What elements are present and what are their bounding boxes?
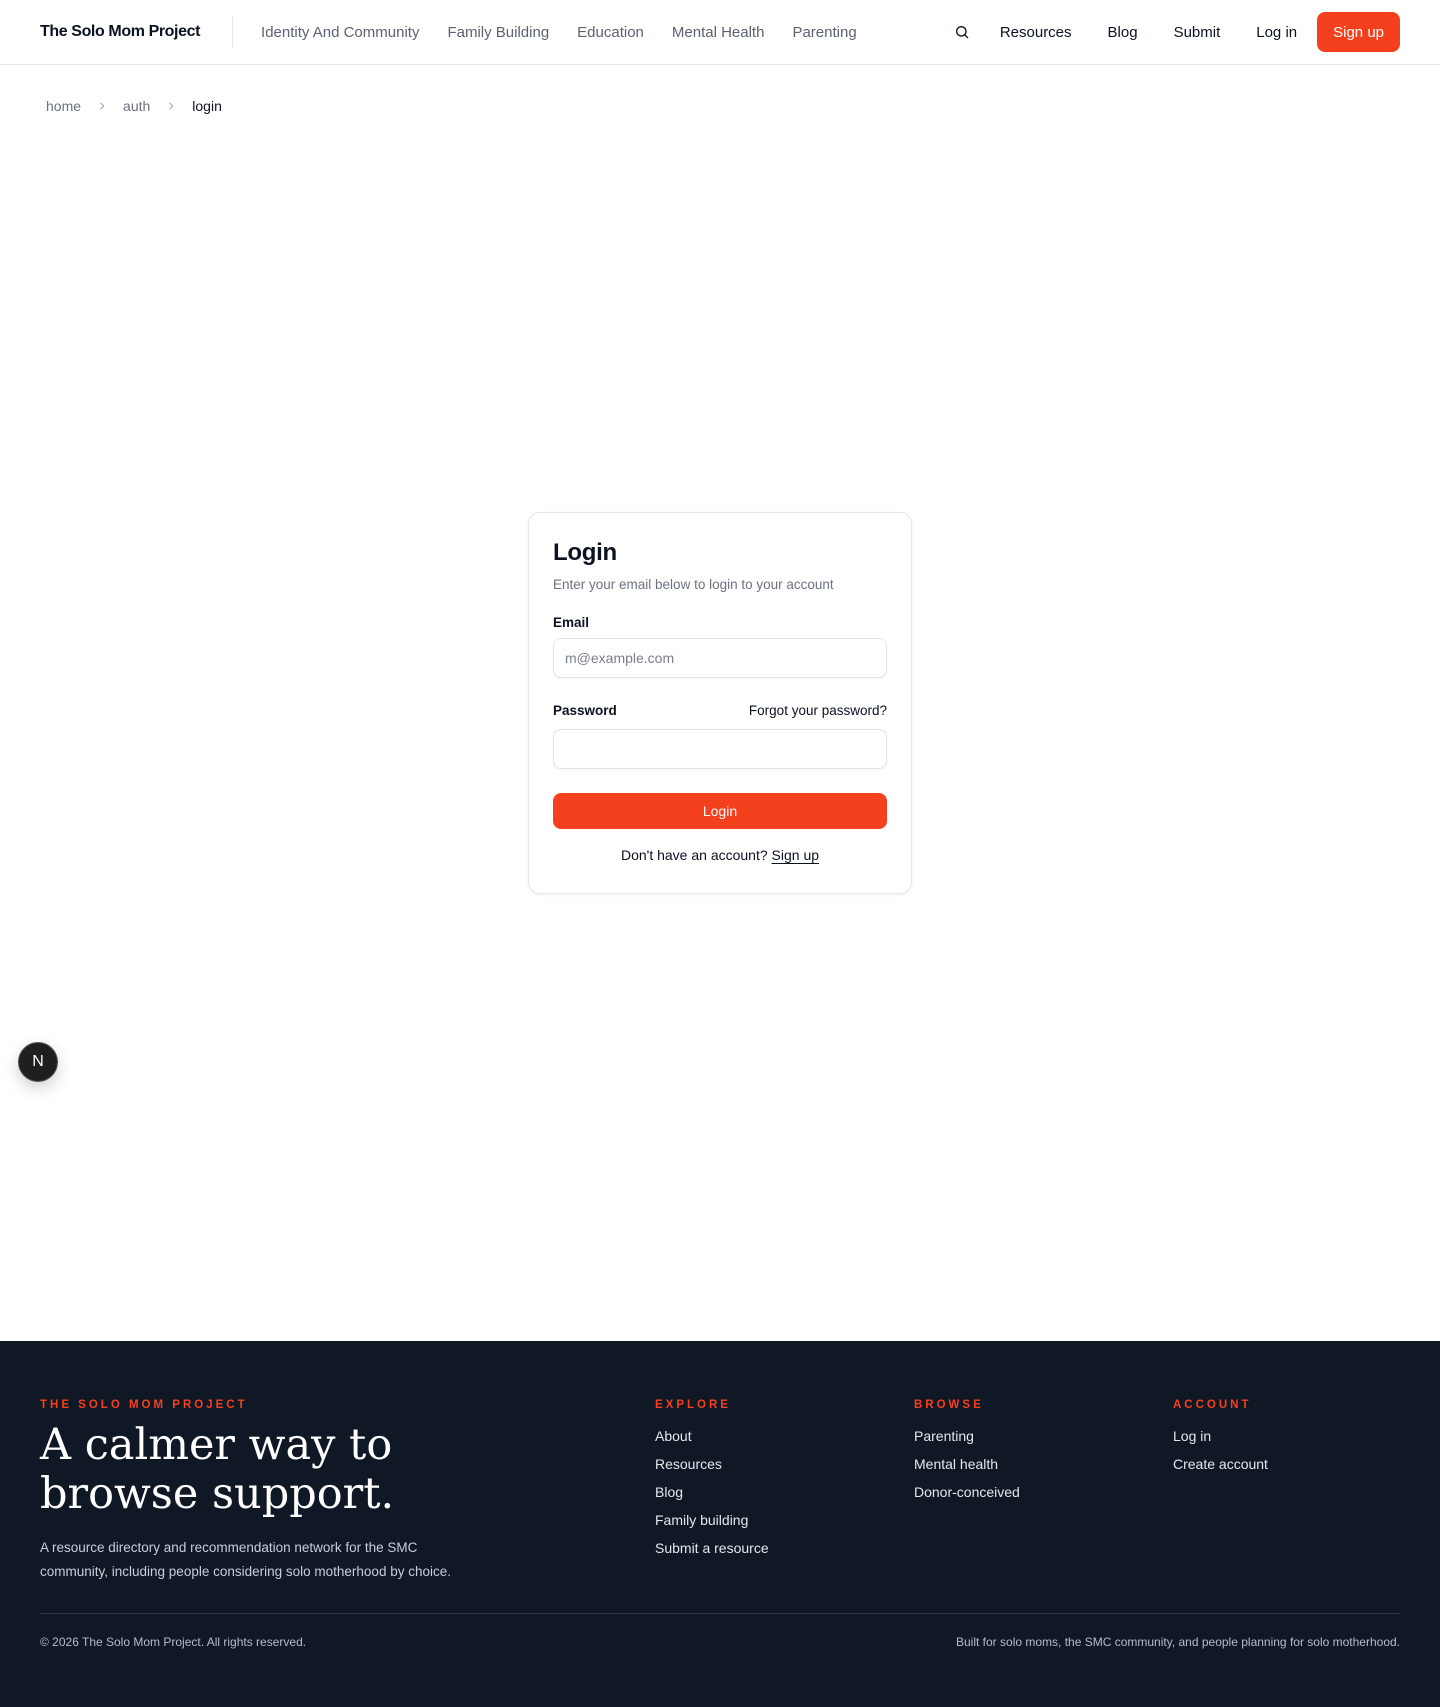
email-label: Email (553, 615, 590, 630)
password-row: Password Forgot your password? (553, 703, 887, 718)
footer-copyright: © 2026 The Solo Mom Project. All rights … (40, 1635, 307, 1649)
search-button[interactable] (950, 20, 974, 44)
footer-heading-account: Account (1173, 1399, 1252, 1411)
breadcrumb-login: login (192, 98, 222, 114)
footer-column-browse: Browse Parenting Mental health Donor-con… (914, 1399, 1020, 1506)
breadcrumb-auth[interactable]: auth (123, 98, 150, 114)
header-actions: Resources Blog Submit Log in Sign up (950, 12, 1400, 52)
header-login-link[interactable]: Log in (1256, 24, 1297, 41)
login-description: Enter your email below to login to your … (553, 577, 834, 592)
footer-tagline: A calmer way to browse support. (40, 1420, 395, 1519)
footer-built-for: Built for solo moms, the SMC community, … (956, 1635, 1400, 1649)
nav-family-building[interactable]: Family Building (447, 24, 549, 41)
primary-nav: Identity And Community Family Building E… (261, 24, 857, 41)
footer-link-family-building[interactable]: Family building (655, 1506, 769, 1534)
search-icon (955, 26, 969, 39)
footer-brand: The Solo Mom Project (40, 1399, 248, 1411)
footer-link-donor-conceived[interactable]: Donor-conceived (914, 1478, 1020, 1506)
footer-heading-explore: Explore (655, 1399, 731, 1411)
footer-column-explore: Explore About Resources Blog Family buil… (655, 1399, 769, 1562)
password-field[interactable] (553, 729, 887, 769)
footer-description: A resource directory and recommendation … (40, 1540, 451, 1579)
header-submit-link[interactable]: Submit (1174, 24, 1221, 41)
nav-identity-and-community[interactable]: Identity And Community (261, 24, 419, 41)
chevron-right-icon (97, 101, 107, 111)
site-brand[interactable]: The Solo Mom Project (40, 23, 200, 41)
footer-heading-browse: Browse (914, 1399, 984, 1411)
site-header: The Solo Mom Project Identity And Commun… (0, 0, 1440, 65)
n-logo-icon: N (32, 1053, 44, 1070)
nav-parenting[interactable]: Parenting (792, 24, 856, 41)
footer-link-resources[interactable]: Resources (655, 1450, 769, 1478)
footer-column-account: Account Log in Create account (1173, 1399, 1268, 1478)
site-footer: The Solo Mom Project A calmer way to bro… (0, 1341, 1440, 1707)
footer-link-parenting[interactable]: Parenting (914, 1422, 1020, 1450)
footer-link-login[interactable]: Log in (1173, 1422, 1268, 1450)
signup-link[interactable]: Sign up (772, 847, 819, 863)
breadcrumb: home auth login (46, 98, 222, 114)
signup-prompt: Don't have an account? Sign up (553, 847, 887, 863)
email-field[interactable] (553, 638, 887, 678)
footer-link-about[interactable]: About (655, 1422, 769, 1450)
login-card: Login Enter your email below to login to… (528, 512, 912, 894)
header-resources-link[interactable]: Resources (1000, 24, 1072, 41)
footer-link-create-account[interactable]: Create account (1173, 1450, 1268, 1478)
forgot-password-link[interactable]: Forgot your password? (749, 703, 887, 718)
login-submit-button[interactable]: Login (553, 793, 887, 829)
footer-link-mental-health[interactable]: Mental health (914, 1450, 1020, 1478)
footer-divider (40, 1613, 1400, 1614)
nav-mental-health[interactable]: Mental Health (672, 24, 765, 41)
login-title: Login (553, 539, 617, 566)
nextjs-dev-badge[interactable]: N (18, 1042, 58, 1082)
footer-link-blog[interactable]: Blog (655, 1478, 769, 1506)
header-signup-button[interactable]: Sign up (1317, 12, 1400, 52)
header-blog-link[interactable]: Blog (1108, 24, 1138, 41)
password-label: Password (553, 703, 617, 718)
nav-education[interactable]: Education (577, 24, 644, 41)
chevron-right-icon (166, 101, 176, 111)
no-account-text: Don't have an account? (620, 847, 768, 863)
breadcrumb-home[interactable]: home (46, 98, 81, 114)
footer-link-submit-resource[interactable]: Submit a resource (655, 1534, 769, 1562)
header-divider (232, 16, 234, 48)
